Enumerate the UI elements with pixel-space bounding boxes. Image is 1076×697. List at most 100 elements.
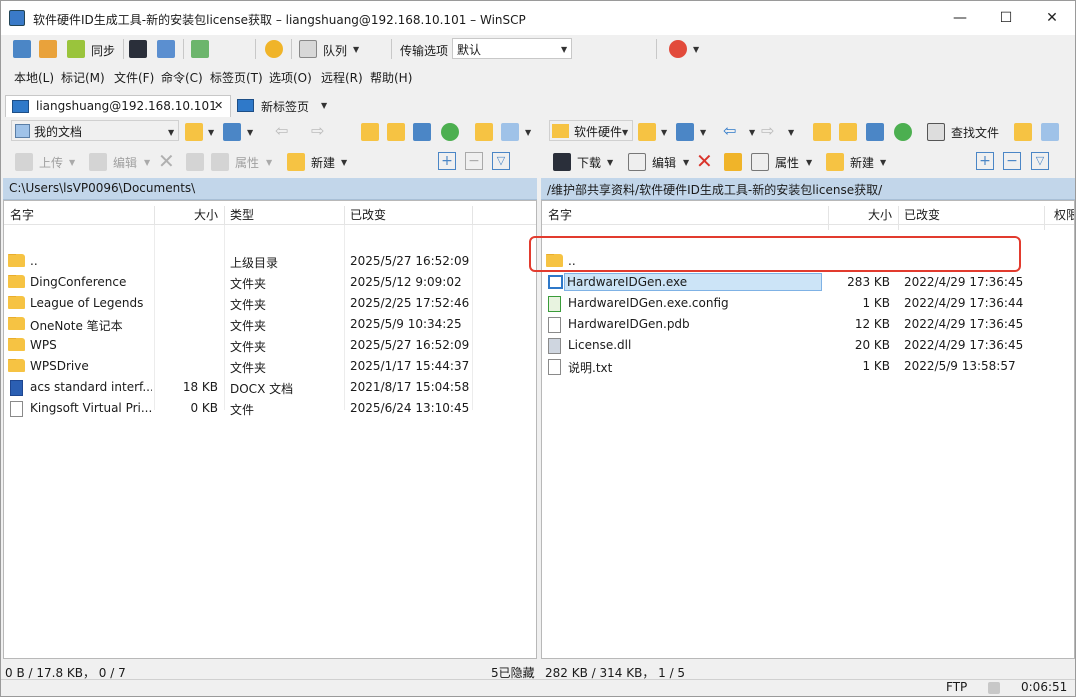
rename-icon[interactable] bbox=[186, 153, 204, 171]
left-file-row[interactable]: League of Legends 文件夹 2025/2/25 17:52:46 bbox=[4, 293, 536, 314]
right-col-changed[interactable]: 已改变 bbox=[904, 206, 940, 223]
select-all-icon[interactable]: + bbox=[438, 152, 456, 170]
forward-icon[interactable]: ⇨ bbox=[311, 121, 324, 140]
compare-icon[interactable] bbox=[13, 40, 31, 58]
left-file-row[interactable]: DingConference 文件夹 2025/5/12 9:09:02 bbox=[4, 272, 536, 293]
refresh-session-icon[interactable] bbox=[191, 40, 209, 58]
find-files-icon[interactable] bbox=[927, 123, 945, 141]
right-file-row[interactable]: HardwareIDGen.exe 283 KB 2022/4/29 17:36:4… bbox=[542, 272, 1074, 293]
remote-home-icon[interactable] bbox=[866, 123, 884, 141]
remote-deselect-icon[interactable]: − bbox=[1003, 152, 1021, 170]
tab-close-icon[interactable]: ✕ bbox=[214, 99, 223, 112]
remote-new-button[interactable]: 新建 bbox=[850, 154, 874, 171]
remote-open-folder-icon[interactable] bbox=[638, 123, 656, 141]
remote-back-icon[interactable]: ⇦ bbox=[723, 121, 736, 140]
right-col-name[interactable]: 名字 bbox=[548, 206, 572, 223]
right-file-row[interactable]: HardwareIDGen.exe.config 1 KB 2022/4/29 17… bbox=[542, 293, 1074, 314]
queue-dropdown-icon[interactable]: ▼ bbox=[353, 45, 359, 54]
root-dir-icon[interactable] bbox=[387, 123, 405, 141]
minimize-button[interactable]: — bbox=[937, 1, 983, 35]
preferences-gear-icon[interactable] bbox=[265, 40, 283, 58]
reconnect-dropdown-icon[interactable]: ▼ bbox=[693, 45, 699, 54]
putty-icon[interactable] bbox=[157, 40, 175, 58]
remote-view-icon[interactable] bbox=[1041, 123, 1059, 141]
remote-refresh-icon[interactable] bbox=[894, 123, 912, 141]
properties-button[interactable]: 属性 bbox=[235, 154, 259, 171]
left-file-row[interactable]: OneNote 笔记本 文件夹 2025/5/9 10:34:25 bbox=[4, 314, 536, 335]
parent-dir-icon[interactable] bbox=[361, 123, 379, 141]
left-file-row[interactable]: acs standard interf... 18 KB DOCX 文档 2021/8… bbox=[4, 377, 536, 398]
menu-mark[interactable]: 标记(M) bbox=[61, 69, 105, 86]
open-folder-icon[interactable] bbox=[185, 123, 203, 141]
menu-local[interactable]: 本地(L) bbox=[14, 69, 54, 86]
remote-root-dir-icon[interactable] bbox=[839, 123, 857, 141]
sync-icon[interactable] bbox=[67, 40, 85, 58]
download-icon[interactable] bbox=[553, 153, 571, 171]
back-icon[interactable]: ⇦ bbox=[275, 121, 288, 140]
left-col-type[interactable]: 类型 bbox=[230, 206, 254, 223]
menu-tabs[interactable]: 标签页(T) bbox=[210, 69, 263, 86]
remote-forward-icon[interactable]: ⇨ bbox=[761, 121, 774, 140]
left-file-row[interactable]: WPS 文件夹 2025/5/27 16:52:09 bbox=[4, 335, 536, 356]
remote-tree-icon[interactable] bbox=[1014, 123, 1032, 141]
properties-icon[interactable] bbox=[211, 153, 229, 171]
tab-new-dropdown-icon[interactable]: ▼ bbox=[321, 101, 327, 110]
filter-select-icon[interactable]: ▽ bbox=[492, 152, 510, 170]
left-path-bar[interactable]: C:\Users\lsVP0096\Documents\ bbox=[3, 178, 537, 200]
filter-dropdown-icon[interactable]: ▼ bbox=[247, 128, 253, 137]
view-icon[interactable] bbox=[501, 123, 519, 141]
queue-icon[interactable] bbox=[299, 40, 317, 58]
menu-commands[interactable]: 命令(C) bbox=[161, 69, 203, 86]
right-location-dropdown-icon[interactable]: ▼ bbox=[622, 128, 628, 137]
transfer-dropdown-icon[interactable]: ▼ bbox=[561, 45, 567, 54]
left-file-row[interactable]: WPSDrive 文件夹 2025/1/17 15:44:37 bbox=[4, 356, 536, 377]
remote-edit-button[interactable]: 编辑 bbox=[652, 154, 676, 171]
deselect-icon[interactable]: − bbox=[465, 152, 483, 170]
remote-properties-icon[interactable] bbox=[751, 153, 769, 171]
left-file-list[interactable]: 名字 大小 类型 已改变 .. 上级目录 2025/5/27 16:52:09 Din… bbox=[3, 200, 537, 659]
view-dropdown-icon[interactable]: ▼ bbox=[525, 128, 531, 137]
left-col-size[interactable]: 大小 bbox=[194, 206, 218, 223]
left-file-row[interactable]: .. 上级目录 2025/5/27 16:52:09 bbox=[4, 251, 536, 272]
tree-icon[interactable] bbox=[475, 123, 493, 141]
menu-help[interactable]: 帮助(H) bbox=[370, 69, 412, 86]
remote-select-all-icon[interactable]: + bbox=[976, 152, 994, 170]
new-icon[interactable] bbox=[287, 153, 305, 171]
menu-options[interactable]: 选项(O) bbox=[269, 69, 312, 86]
right-path-bar[interactable]: /维护部共享资料/软件硬件ID生成工具-新的安装包license获取/ bbox=[541, 178, 1075, 200]
right-col-size[interactable]: 大小 bbox=[868, 206, 892, 223]
left-file-row[interactable]: Kingsoft Virtual Pri... 0 KB 文件 2025/6/24 1… bbox=[4, 398, 536, 419]
left-location-dropdown-icon[interactable]: ▼ bbox=[168, 128, 174, 137]
tab-new[interactable]: 新标签页 ▼ bbox=[233, 95, 333, 117]
right-file-row[interactable]: 说明.txt 1 KB 2022/5/9 13:58:57 bbox=[542, 356, 1074, 377]
transfer-options-select[interactable]: 默认 bbox=[452, 38, 572, 59]
open-folder-dropdown-icon[interactable]: ▼ bbox=[208, 128, 214, 137]
reconnect-icon[interactable] bbox=[669, 40, 687, 58]
remote-rename-icon[interactable] bbox=[724, 153, 742, 171]
right-file-row[interactable]: License.dll 20 KB 2022/4/29 17:36:45 bbox=[542, 335, 1074, 356]
menu-files[interactable]: 文件(F) bbox=[114, 69, 154, 86]
find-files-button[interactable]: 查找文件 bbox=[951, 124, 999, 141]
tab-session[interactable]: liangshuang@192.168.10.101 ✕ bbox=[5, 95, 231, 117]
left-col-name[interactable]: 名字 bbox=[10, 206, 34, 223]
queue-button[interactable]: 队列 bbox=[323, 42, 347, 59]
remote-filter-icon[interactable] bbox=[676, 123, 694, 141]
edit-icon[interactable] bbox=[89, 153, 107, 171]
remote-parent-dir-icon[interactable] bbox=[813, 123, 831, 141]
remote-edit-icon[interactable] bbox=[628, 153, 646, 171]
remote-properties-button[interactable]: 属性 bbox=[775, 154, 799, 171]
close-button[interactable]: ✕ bbox=[1029, 1, 1075, 35]
download-button[interactable]: 下载 bbox=[577, 154, 601, 171]
synchronize-icon[interactable] bbox=[39, 40, 57, 58]
console-icon[interactable] bbox=[129, 40, 147, 58]
right-col-rights[interactable]: 权限 bbox=[1054, 206, 1074, 223]
new-button[interactable]: 新建 bbox=[311, 154, 335, 171]
right-location-select[interactable]: 软件硬件 bbox=[549, 120, 633, 141]
upload-button[interactable]: 上传 bbox=[39, 154, 63, 171]
left-col-changed[interactable]: 已改变 bbox=[350, 206, 386, 223]
refresh-icon[interactable] bbox=[441, 123, 459, 141]
delete-icon[interactable]: ✕ bbox=[158, 149, 175, 173]
left-location-select[interactable]: 我的文档 bbox=[11, 120, 179, 141]
remote-new-icon[interactable] bbox=[826, 153, 844, 171]
maximize-button[interactable]: ☐ bbox=[983, 1, 1029, 35]
